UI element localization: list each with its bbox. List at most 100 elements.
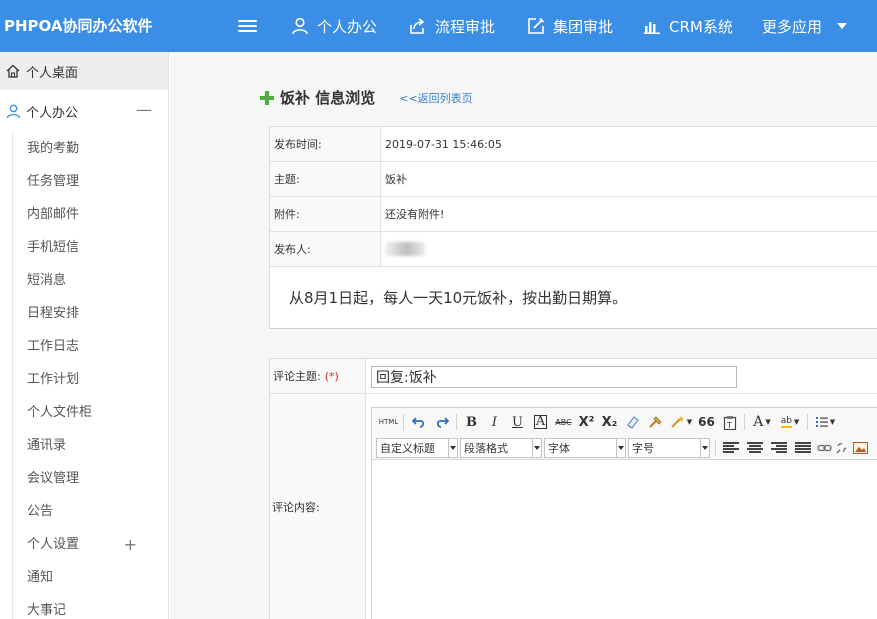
font-color-button[interactable]: A ▼ — [748, 412, 776, 432]
user-icon — [6, 104, 21, 118]
comment-content-label: 评论内容: — [270, 394, 366, 619]
font-size-select[interactable]: 字号 — [628, 437, 710, 458]
align-center-icon[interactable] — [747, 441, 763, 454]
toolbar-separator — [715, 439, 716, 456]
sidebar-item-contacts[interactable]: 通讯录 — [13, 429, 169, 462]
subscript-button[interactable]: X₂ — [598, 412, 621, 432]
nav-label: CRM系统 — [669, 17, 733, 36]
select-label: 字体 — [548, 441, 570, 455]
table-row: 附件: 还没有附件! — [270, 197, 877, 232]
nav-workflow[interactable]: 流程审批 — [409, 0, 495, 52]
font-family-select[interactable]: 字体 — [544, 437, 626, 458]
highlight-label: ab — [780, 416, 792, 428]
sidebar-item-tasks[interactable]: 任务管理 — [13, 165, 169, 198]
expand-icon[interactable]: + — [124, 528, 137, 561]
redo-icon[interactable] — [430, 412, 453, 432]
sidebar-item-notices[interactable]: 通知 — [13, 561, 169, 594]
blurred-name — [385, 242, 425, 256]
nav-group-approval[interactable]: 集团审批 — [527, 0, 613, 52]
subject-value: 饭补 — [385, 173, 407, 186]
font-color-label: A — [753, 414, 764, 430]
toolbar-separator — [744, 414, 745, 430]
sidebar-item-personal-settings[interactable]: 个人设置 + — [13, 528, 169, 561]
html-source-button[interactable]: HTML — [377, 412, 400, 432]
comment-form: 评论主题: (*) 评论内容: HTML B I U A ABC X² X₂ — [269, 358, 877, 619]
blockquote-button[interactable]: 66 — [695, 412, 718, 432]
sidebar-item-messages[interactable]: 短消息 — [13, 264, 169, 297]
collapse-icon[interactable]: — — [136, 100, 152, 119]
align-left-icon[interactable] — [723, 441, 739, 454]
back-to-list-link[interactable]: <<返回列表页 — [399, 90, 472, 106]
home-icon — [6, 64, 20, 78]
brand-logo[interactable]: PHPOA协同办公软件 — [4, 15, 153, 36]
sidebar-item-announcements[interactable]: 公告 — [13, 495, 169, 528]
table-row: 发布人: — [270, 232, 877, 267]
highlight-color-button[interactable]: ab ▼ — [776, 412, 804, 432]
required-mark: (*) — [324, 369, 339, 383]
user-icon — [292, 17, 308, 35]
paste-icon[interactable]: T — [718, 412, 741, 432]
share-icon — [410, 18, 425, 34]
edit-icon — [528, 17, 545, 34]
rich-text-editor: HTML B I U A ABC X² X₂ ▼ 66 T A ▼ ab ▼ ▼… — [371, 407, 877, 619]
custom-title-select[interactable]: 自定义标题 — [376, 437, 458, 458]
table-row: 发布时间: 2019-07-31 15:46:05 — [270, 127, 877, 162]
comment-subject-label: 评论主题: (*) — [270, 359, 366, 393]
page-title: 饭补 信息浏览 — [280, 89, 376, 107]
align-right-icon[interactable] — [771, 441, 787, 454]
publisher-label: 发布人: — [270, 232, 381, 266]
unlink-icon[interactable] — [833, 438, 851, 458]
sidebar-item-file-cabinet[interactable]: 个人文件柜 — [13, 396, 169, 429]
nav-personal-office[interactable]: 个人办公 — [291, 0, 377, 52]
link-icon[interactable] — [815, 438, 833, 458]
nav-more-apps[interactable]: 更多应用 — [762, 0, 848, 52]
auto-format-icon[interactable]: ▼ — [667, 412, 695, 432]
sidebar-item-work-log[interactable]: 工作日志 — [13, 330, 169, 363]
hamburger-menu-icon[interactable] — [238, 17, 257, 35]
sidebar-item-label: 个人设置 — [27, 537, 80, 552]
paragraph-format-select[interactable]: 段落格式 — [460, 437, 542, 458]
attachment-value: 还没有附件! — [385, 208, 445, 221]
border-a-label: A — [533, 414, 548, 429]
eraser-icon[interactable] — [621, 412, 644, 432]
underline-button[interactable]: U — [506, 412, 529, 432]
nav-label: 流程审批 — [435, 17, 496, 36]
svg-text:T: T — [726, 421, 732, 430]
font-border-button[interactable]: A — [529, 412, 552, 432]
sidebar-item-schedule[interactable]: 日程安排 — [13, 297, 169, 330]
italic-button[interactable]: I — [483, 412, 506, 432]
sidebar-item-events[interactable]: 大事记 — [13, 594, 169, 619]
format-painter-icon[interactable] — [644, 412, 667, 432]
table-row: 主题: 饭补 — [270, 162, 877, 197]
sidebar-item-work-plan[interactable]: 工作计划 — [13, 363, 169, 396]
select-label: 字号 — [632, 441, 654, 455]
bold-button[interactable]: B — [460, 412, 483, 432]
sidebar-item-label: 个人桌面 — [26, 65, 79, 81]
image-icon[interactable] — [851, 438, 869, 458]
attachment-label: 附件: — [270, 197, 381, 231]
nav-crm[interactable]: CRM系统 — [643, 0, 733, 52]
label-text: 评论主题: — [273, 370, 321, 383]
sidebar-item-sms[interactable]: 手机短信 — [13, 231, 169, 264]
select-label: 段落格式 — [464, 441, 508, 455]
align-justify-icon[interactable] — [795, 441, 811, 454]
sidebar-item-meetings[interactable]: 会议管理 — [13, 462, 169, 495]
subject-label: 主题: — [270, 162, 381, 196]
sidebar-group-label: 个人办公 — [26, 105, 79, 121]
nav-label: 更多应用 — [762, 17, 823, 36]
main-content: 饭补 信息浏览 <<返回列表页 发布时间: 2019-07-31 15:46:0… — [170, 52, 877, 619]
nav-label: 集团审批 — [553, 17, 614, 36]
undo-icon[interactable] — [407, 412, 430, 432]
sidebar-item-internal-mail[interactable]: 内部邮件 — [13, 198, 169, 231]
strikethrough-button[interactable]: ABC — [552, 412, 575, 432]
editor-toolbar-row-2: 自定义标题 段落格式 字体 字号 — [372, 436, 877, 460]
sidebar-item-attendance[interactable]: 我的考勤 — [13, 132, 169, 165]
nav-label: 个人办公 — [317, 17, 378, 36]
sidebar-group-personal-office[interactable]: 个人办公 — — [0, 90, 168, 132]
publisher-value — [381, 232, 877, 266]
comment-subject-input[interactable] — [371, 366, 737, 388]
superscript-button[interactable]: X² — [575, 412, 598, 432]
sidebar-item-desktop[interactable]: 个人桌面 — [0, 52, 168, 90]
ordered-list-icon[interactable]: ▼ — [811, 412, 839, 432]
chevron-down-icon — [448, 438, 457, 457]
